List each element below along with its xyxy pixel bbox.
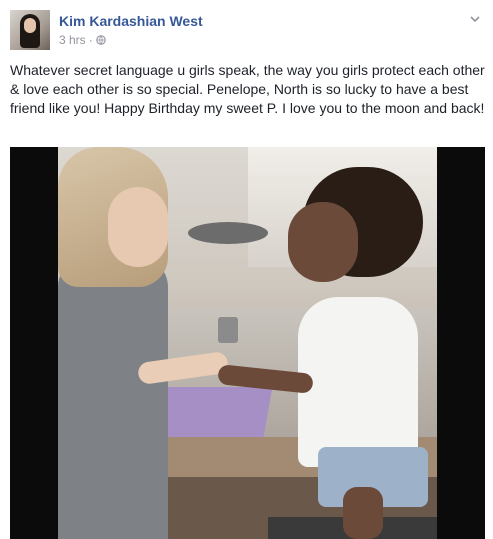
cup: [218, 317, 238, 343]
right-child-body: [298, 297, 418, 467]
globe-icon[interactable]: [95, 35, 106, 45]
post-header: Kim Kardashian West 3 hrs ·: [10, 10, 483, 52]
meta-separator: ·: [88, 33, 93, 47]
chevron-down-icon[interactable]: [469, 13, 481, 25]
avatar-face: [24, 18, 36, 33]
author-avatar[interactable]: [10, 10, 50, 50]
post-video[interactable]: [10, 147, 485, 539]
post-meta: 3 hrs ·: [59, 33, 106, 47]
author-name-link[interactable]: Kim Kardashian West: [59, 13, 203, 29]
left-child-body: [58, 257, 168, 539]
pan: [188, 222, 268, 244]
post-body-text: Whatever secret language u girls speak, …: [10, 62, 485, 116]
video-frame: [58, 147, 437, 539]
right-child-leg: [343, 487, 383, 539]
post-timestamp[interactable]: 3 hrs: [59, 33, 86, 47]
right-child-face: [288, 202, 358, 282]
left-child-face: [108, 187, 168, 267]
